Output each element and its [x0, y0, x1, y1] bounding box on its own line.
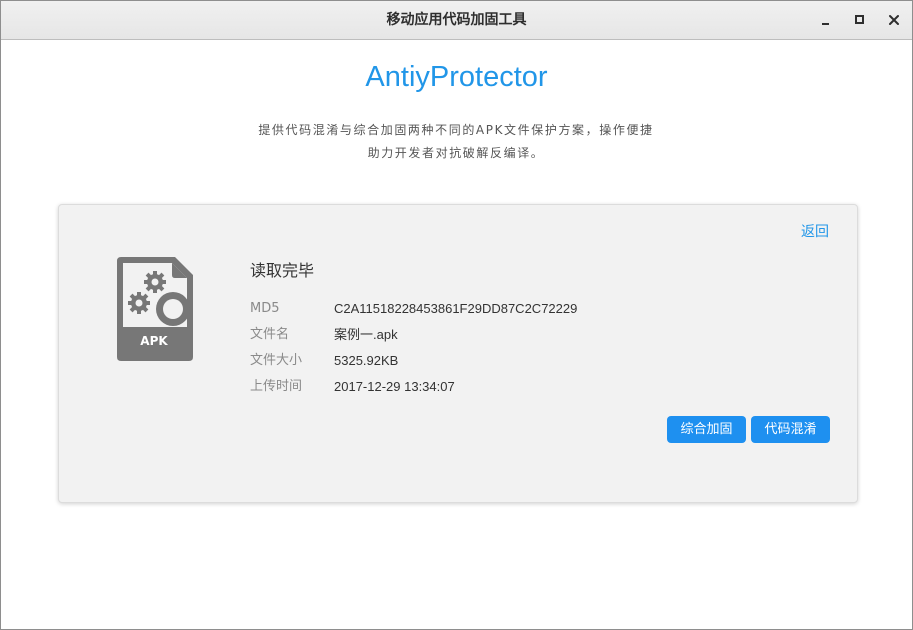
- filesize-value: 5325.92KB: [334, 353, 399, 368]
- app-window: 移动应用代码加固工具 AntiyProtector 提供代码混淆与综合加固两种不…: [0, 0, 913, 630]
- file-info-card: 返回 APK 读取完毕 MD5 C2A11518228453861F29DD87…: [58, 204, 858, 503]
- description-line-2: 助力开发者对抗破解反编译。: [367, 146, 545, 160]
- md5-value: C2A11518228453861F29DD87C2C72229: [334, 301, 578, 316]
- apk-label: APK: [140, 334, 168, 348]
- minimize-icon: [822, 23, 829, 25]
- filename-label: 文件名: [250, 327, 290, 342]
- close-icon: [889, 15, 899, 25]
- code-obfuscate-button[interactable]: 代码混淆: [751, 416, 830, 443]
- upload-time-value: 2017-12-29 13:34:07: [334, 379, 455, 394]
- maximize-button[interactable]: [850, 10, 870, 30]
- apk-file-icon: APK: [117, 257, 193, 361]
- app-description: 提供代码混淆与综合加固两种不同的APK文件保护方案，操作便捷 助力开发者对抗破解…: [241, 119, 671, 165]
- minimize-button[interactable]: [816, 10, 836, 30]
- close-button[interactable]: [884, 10, 904, 30]
- window-title: 移动应用代码加固工具: [386, 12, 527, 28]
- upload-time-label: 上传时间: [250, 379, 303, 394]
- comprehensive-protect-button[interactable]: 综合加固: [667, 416, 746, 443]
- filename-value: 案例一.apk: [334, 327, 398, 342]
- back-link[interactable]: 返回: [801, 221, 829, 241]
- md5-label: MD5: [250, 301, 280, 316]
- description-line-1: 提供代码混淆与综合加固两种不同的APK文件保护方案，操作便捷: [258, 123, 654, 137]
- filesize-label: 文件大小: [250, 353, 303, 368]
- app-name-heading: AntiyProtector: [365, 61, 548, 93]
- maximize-icon: [855, 15, 864, 24]
- title-bar[interactable]: 移动应用代码加固工具: [1, 1, 912, 40]
- status-heading: 读取完毕: [250, 261, 315, 280]
